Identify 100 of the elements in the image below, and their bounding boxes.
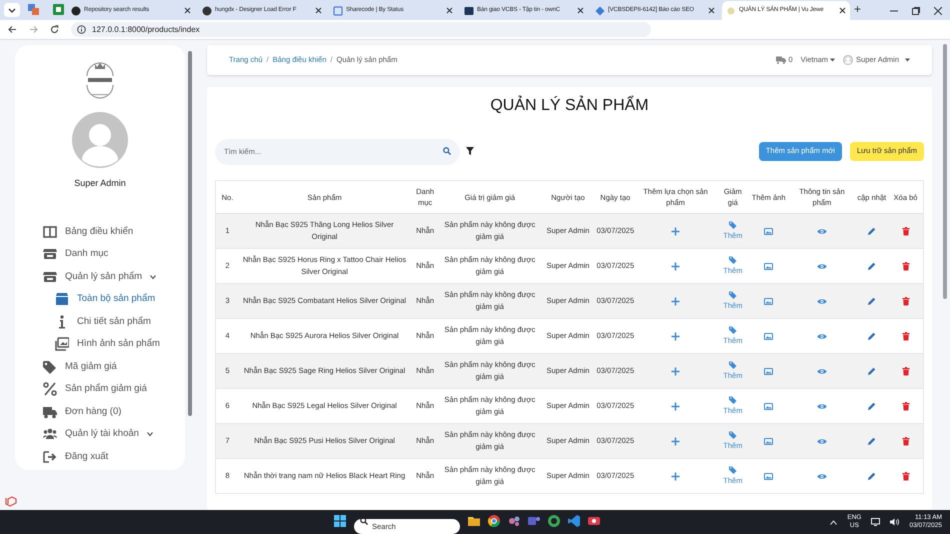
trash-icon[interactable]	[902, 436, 910, 446]
image-icon[interactable]	[764, 368, 774, 374]
code-editor-icon[interactable]	[568, 514, 580, 526]
restore-icon[interactable]	[912, 7, 920, 15]
close-icon[interactable]	[315, 7, 322, 14]
close-icon[interactable]	[184, 7, 191, 14]
circle-app-icon[interactable]	[548, 514, 560, 526]
chevron-up-icon[interactable]	[830, 520, 838, 524]
close-icon[interactable]	[446, 7, 453, 14]
eye-icon[interactable]	[816, 228, 827, 234]
trash-icon[interactable]	[902, 366, 910, 376]
sheet-icon[interactable]	[53, 4, 64, 15]
pencil-icon[interactable]	[867, 296, 876, 306]
pencil-icon[interactable]	[867, 436, 876, 446]
trash-icon[interactable]	[902, 296, 910, 306]
folder-icon[interactable]	[468, 514, 480, 526]
sidebar-label: Hình ảnh sản phẩm	[77, 337, 160, 352]
sidebar-label: Quản lý tài khoản	[65, 427, 139, 442]
store-icon	[43, 247, 57, 262]
close-icon[interactable]	[934, 7, 942, 15]
box-icon	[55, 292, 69, 306]
users-icon	[43, 427, 57, 442]
image-icon[interactable]	[764, 438, 774, 444]
sidebar-label: Mã giảm giá	[65, 360, 117, 374]
image-icon[interactable]	[764, 402, 774, 410]
monitor-icon[interactable]	[871, 518, 880, 526]
plus-icon[interactable]	[671, 366, 680, 376]
camera-icon[interactable]	[588, 514, 600, 526]
sidebar-label: Quản lý sản phẩm	[65, 270, 142, 284]
image-icon[interactable]	[764, 228, 774, 234]
image-icon[interactable]	[764, 332, 774, 340]
image-icon[interactable]	[764, 262, 774, 270]
caret-down-icon	[830, 58, 836, 62]
app-icon[interactable]	[28, 4, 39, 15]
filter-icon[interactable]	[466, 147, 474, 155]
info-icon	[77, 25, 86, 34]
sidebar-item[interactable]: Danh mục	[43, 243, 185, 266]
pencil-icon[interactable]	[867, 226, 876, 236]
scrollbar-thumb[interactable]	[943, 44, 947, 299]
pencil-icon[interactable]	[867, 332, 876, 340]
image-icon[interactable]	[764, 298, 774, 304]
reload-icon[interactable]	[50, 25, 59, 34]
search-icon[interactable]	[443, 147, 451, 155]
sidebar-item[interactable]: Đơn hàng (0)	[43, 400, 185, 423]
tag-icon	[728, 430, 737, 439]
plus-icon[interactable]	[671, 296, 680, 306]
eye-icon[interactable]	[816, 438, 827, 444]
back-icon[interactable]	[8, 25, 17, 34]
tab-search-button[interactable]	[4, 3, 20, 17]
sidebar-item[interactable]: Bảng điều khiển	[43, 220, 185, 243]
eye-icon[interactable]	[816, 402, 827, 410]
pencil-icon[interactable]	[867, 262, 876, 270]
sidebar-item[interactable]: Hình ảnh sản phẩm	[43, 333, 185, 356]
sidebar-item[interactable]: Toàn bộ sản phẩm	[43, 288, 185, 310]
close-icon[interactable]	[839, 7, 846, 14]
eye-icon[interactable]	[816, 262, 827, 270]
close-icon[interactable]	[577, 7, 584, 14]
eye-icon[interactable]	[816, 472, 827, 480]
pencil-icon[interactable]	[867, 366, 876, 376]
address-bar[interactable]: 127.0.0.1:8000/products/index	[71, 22, 651, 37]
sidebar-item[interactable]: Quản lý tài khoản	[43, 423, 185, 446]
debugbar-icon[interactable]	[4, 496, 18, 508]
search-icon	[360, 516, 368, 524]
trash-icon[interactable]	[902, 472, 910, 480]
close-icon[interactable]	[708, 7, 715, 14]
plus-icon[interactable]	[671, 436, 680, 446]
plus-icon[interactable]	[671, 402, 680, 410]
tag-icon	[728, 220, 737, 229]
pencil-icon[interactable]	[867, 402, 876, 410]
logout-icon	[43, 450, 57, 464]
sidebar-item[interactable]: Chi tiết sản phẩm	[43, 310, 185, 333]
trash-icon[interactable]	[902, 226, 910, 236]
sidebar-item[interactable]: Quản lý sản phẩm	[43, 266, 185, 288]
new-tab-button[interactable]: +	[854, 0, 862, 18]
scrollbar-thumb[interactable]	[188, 51, 192, 416]
eye-icon[interactable]	[816, 332, 827, 340]
avatar-icon	[72, 112, 128, 168]
tag-icon	[728, 396, 737, 404]
plus-icon[interactable]	[671, 472, 680, 480]
people-icon[interactable]	[528, 514, 540, 526]
speaker-icon[interactable]	[890, 518, 900, 526]
favicon-icon	[464, 6, 474, 16]
sidebar-item[interactable]: Đăng xuất	[43, 446, 185, 468]
plus-icon[interactable]	[671, 262, 680, 270]
plus-icon[interactable]	[671, 226, 680, 236]
tag-icon	[728, 360, 737, 369]
trash-icon[interactable]	[902, 332, 910, 340]
pencil-icon[interactable]	[867, 472, 876, 480]
browser-icon[interactable]	[488, 514, 500, 526]
trash-icon[interactable]	[902, 262, 910, 270]
trash-icon[interactable]	[902, 402, 910, 410]
truck-icon	[776, 56, 786, 64]
tag-icon	[728, 466, 737, 474]
sidebar-item[interactable]: Mã giảm giá	[43, 356, 185, 378]
eye-icon[interactable]	[816, 368, 827, 374]
windows-start-icon[interactable]	[334, 514, 346, 526]
image-icon[interactable]	[764, 472, 774, 480]
plus-icon[interactable]	[671, 332, 680, 340]
eye-icon[interactable]	[816, 298, 827, 304]
sidebar-item[interactable]: Sản phẩm giảm giá	[43, 378, 185, 400]
